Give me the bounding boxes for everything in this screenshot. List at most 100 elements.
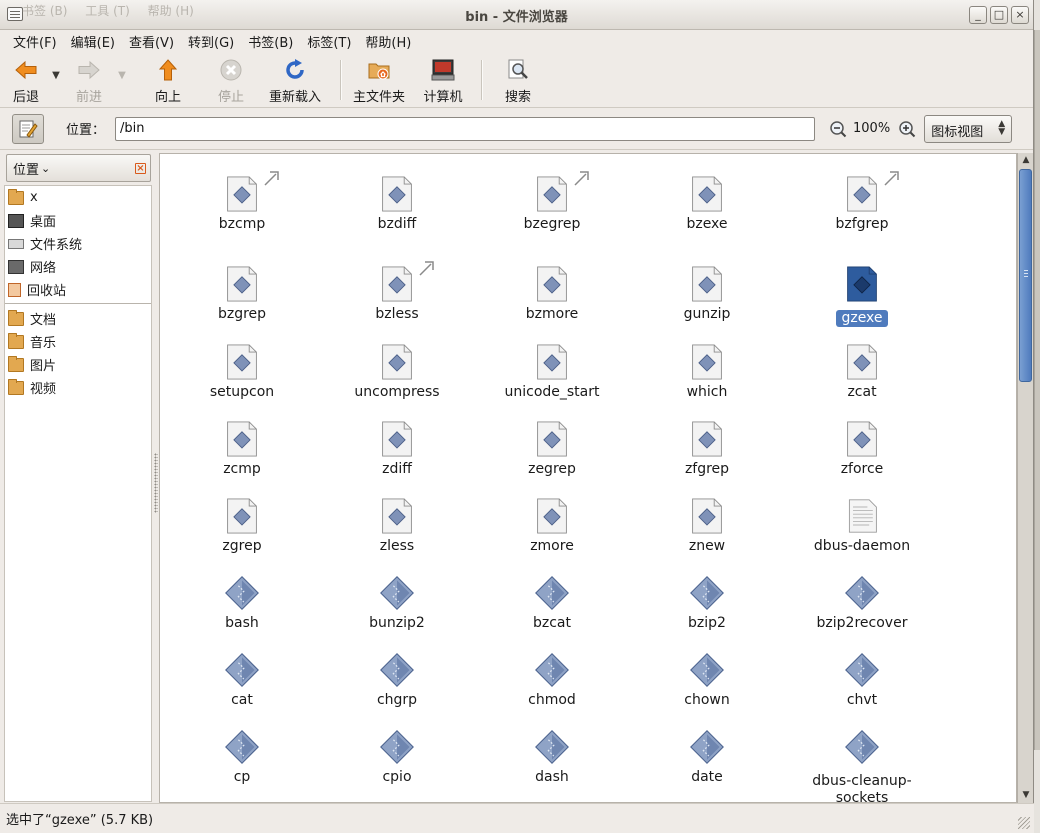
file-item[interactable]: cp bbox=[172, 727, 312, 786]
file-item[interactable]: bzegrep bbox=[482, 170, 622, 233]
desktop-icon bbox=[8, 213, 24, 228]
back-button[interactable]: 后退 bbox=[4, 52, 48, 108]
file-item[interactable]: znew bbox=[637, 496, 777, 555]
up-button[interactable]: 向上 bbox=[130, 52, 206, 108]
file-item[interactable]: bzip2recover bbox=[792, 573, 932, 632]
sidebar-item-music[interactable]: 音乐 bbox=[5, 330, 151, 353]
zoom-in-button[interactable] bbox=[898, 120, 916, 138]
menu-bookmarks[interactable]: 书签(B) bbox=[241, 32, 300, 51]
sidebar-type-select[interactable]: 位置 ⌄ bbox=[6, 154, 151, 182]
file-item[interactable]: dbus-daemon bbox=[792, 496, 932, 555]
up-arrow-icon bbox=[158, 59, 178, 81]
menu-view[interactable]: 查看(V) bbox=[122, 32, 181, 51]
file-item[interactable]: zcmp bbox=[172, 419, 312, 478]
file-item[interactable]: bash bbox=[172, 573, 312, 632]
sidebar-item-pictures[interactable]: 图片 bbox=[5, 353, 151, 376]
file-item[interactable]: zforce bbox=[792, 419, 932, 478]
sidebar-item-home[interactable]: x bbox=[5, 186, 151, 209]
window-title: bin - 文件浏览器 bbox=[465, 10, 568, 25]
places-list: x 桌面 文件系统 网络 回收站 文档 音乐 图片 视频 bbox=[4, 185, 152, 802]
file-item[interactable]: bzexe bbox=[637, 174, 777, 233]
file-item[interactable]: bzdiff bbox=[327, 174, 467, 233]
close-button[interactable]: × bbox=[1011, 6, 1029, 24]
sidebar-item-filesystem[interactable]: 文件系统 bbox=[5, 232, 151, 255]
sidebar-item-trash[interactable]: 回收站 bbox=[5, 278, 151, 301]
file-item[interactable]: bzless bbox=[327, 260, 467, 323]
sidebar-item-desktop[interactable]: 桌面 bbox=[5, 209, 151, 232]
file-item[interactable]: chgrp bbox=[327, 650, 467, 709]
file-item[interactable]: bzmore bbox=[482, 264, 622, 323]
file-item[interactable]: setupcon bbox=[172, 342, 312, 401]
resize-grip-icon[interactable] bbox=[1018, 817, 1030, 829]
file-item[interactable]: zcat bbox=[792, 342, 932, 401]
file-item[interactable]: unicode_start bbox=[482, 342, 622, 401]
file-name: bash bbox=[225, 615, 259, 631]
scroll-down-arrow-icon[interactable]: ▼ bbox=[1018, 788, 1034, 803]
file-item[interactable]: bzcat bbox=[482, 573, 622, 632]
file-item[interactable]: chmod bbox=[482, 650, 622, 709]
file-item[interactable]: bzfgrep bbox=[792, 170, 932, 233]
executable-icon bbox=[225, 576, 259, 610]
file-item[interactable]: bzip2 bbox=[637, 573, 777, 632]
symlink-arrow-icon bbox=[418, 260, 435, 277]
file-name: zegrep bbox=[528, 461, 576, 477]
location-input[interactable] bbox=[115, 116, 816, 141]
vertical-scrollbar[interactable]: ▲ ▼ bbox=[1017, 153, 1033, 803]
symlink-arrow-icon bbox=[263, 170, 280, 187]
file-name: dbus-cleanup-sockets bbox=[812, 773, 912, 803]
file-item[interactable]: gzexe bbox=[792, 264, 932, 327]
back-history-dropdown[interactable]: ▼ bbox=[48, 52, 64, 108]
sidebar-item-network[interactable]: 网络 bbox=[5, 255, 151, 278]
scroll-up-arrow-icon[interactable]: ▲ bbox=[1018, 153, 1034, 168]
view-mode-value: 图标视图 bbox=[931, 124, 984, 140]
title-bar[interactable]: 书签 (B) 工具 (T) 帮助 (H) bin - 文件浏览器 _ □ × bbox=[0, 0, 1033, 30]
view-mode-select[interactable]: 图标视图 ▲ ▼ bbox=[924, 114, 1013, 143]
file-item[interactable]: bunzip2 bbox=[327, 573, 467, 632]
menu-tabs[interactable]: 标签(T) bbox=[300, 32, 358, 51]
file-item[interactable]: cpio bbox=[327, 727, 467, 786]
zoom-level: 100% bbox=[853, 121, 891, 136]
menu-file[interactable]: 文件(F) bbox=[6, 32, 64, 51]
file-item[interactable]: dash bbox=[482, 727, 622, 786]
forward-history-dropdown[interactable]: ▼ bbox=[114, 52, 130, 108]
file-item[interactable]: date bbox=[637, 727, 777, 786]
file-item[interactable]: uncompress bbox=[327, 342, 467, 401]
file-item[interactable]: zless bbox=[327, 496, 467, 555]
forward-button[interactable]: 前进 bbox=[64, 52, 114, 108]
toggle-location-entry-button[interactable] bbox=[12, 113, 44, 144]
file-item[interactable]: zgrep bbox=[172, 496, 312, 555]
maximize-button[interactable]: □ bbox=[990, 6, 1008, 24]
menu-help[interactable]: 帮助(H) bbox=[358, 32, 418, 51]
executable-icon bbox=[845, 653, 879, 687]
menu-go[interactable]: 转到(G) bbox=[181, 32, 241, 51]
file-item[interactable]: chvt bbox=[792, 650, 932, 709]
file-item[interactable]: chown bbox=[637, 650, 777, 709]
file-item[interactable]: bzgrep bbox=[172, 264, 312, 323]
file-item[interactable]: bzcmp bbox=[172, 170, 312, 233]
script-file-icon bbox=[537, 266, 567, 302]
script-file-icon bbox=[382, 498, 412, 534]
file-item[interactable]: cat bbox=[172, 650, 312, 709]
computer-button[interactable]: 计算机 bbox=[411, 52, 475, 108]
reload-button[interactable]: 重新载入 bbox=[256, 52, 334, 108]
home-folder-button[interactable]: 主文件夹 bbox=[347, 52, 411, 108]
menu-edit[interactable]: 编辑(E) bbox=[64, 32, 122, 51]
script-file-icon bbox=[692, 421, 722, 457]
file-item[interactable]: zfgrep bbox=[637, 419, 777, 478]
scrollbar-thumb[interactable] bbox=[1019, 169, 1032, 382]
file-item[interactable]: zmore bbox=[482, 496, 622, 555]
search-button[interactable]: 搜索 bbox=[488, 52, 548, 108]
file-item[interactable]: which bbox=[637, 342, 777, 401]
zoom-out-button[interactable] bbox=[829, 120, 847, 138]
pane-resize-handle[interactable] bbox=[154, 453, 158, 513]
file-item[interactable]: dbus-cleanup-sockets bbox=[792, 727, 932, 803]
sidebar-item-videos[interactable]: 视频 bbox=[5, 376, 151, 399]
file-item[interactable]: zegrep bbox=[482, 419, 622, 478]
stop-button[interactable]: 停止 bbox=[206, 52, 256, 108]
sidebar-close-icon[interactable]: × bbox=[135, 163, 146, 174]
computer-icon bbox=[431, 59, 455, 81]
sidebar-item-documents[interactable]: 文档 bbox=[5, 307, 151, 330]
file-item[interactable]: gunzip bbox=[637, 264, 777, 323]
minimize-button[interactable]: _ bbox=[969, 6, 987, 24]
file-item[interactable]: zdiff bbox=[327, 419, 467, 478]
